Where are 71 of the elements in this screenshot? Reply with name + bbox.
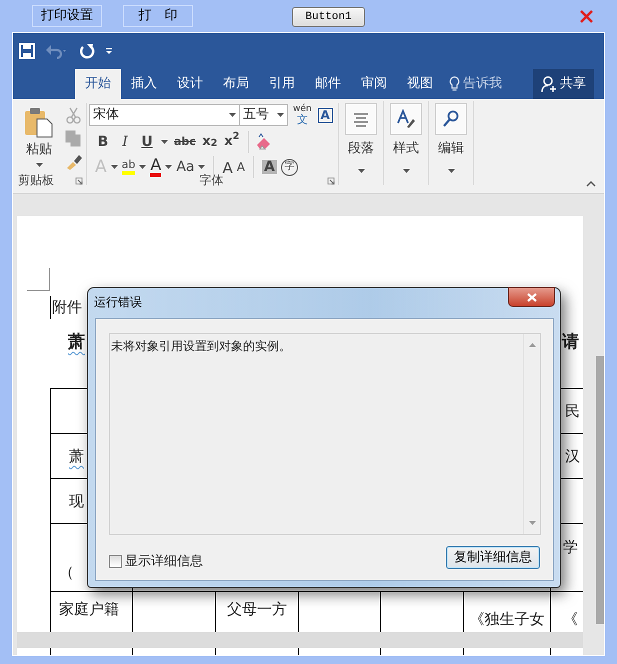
print-button[interactable]: 打 印 <box>123 5 193 27</box>
margin-corner-mark <box>27 268 50 291</box>
close-icon[interactable] <box>579 9 594 24</box>
dialog-launcher-icon[interactable] <box>75 177 83 185</box>
share-button[interactable]: 共享 <box>533 69 594 99</box>
format-button[interactable]: ab <box>122 159 136 175</box>
format-button[interactable]: A <box>236 161 245 173</box>
format-button[interactable]: I <box>117 132 133 152</box>
clipboard-icon <box>24 106 54 138</box>
caret-icon[interactable] <box>165 165 172 169</box>
horizontal-scrollbar[interactable] <box>17 632 583 648</box>
ribbon-group-button[interactable]: 样式 <box>384 101 428 181</box>
format-button[interactable]: A <box>222 158 233 176</box>
close-button[interactable] <box>508 287 555 307</box>
test-button[interactable]: Button1 <box>292 7 365 27</box>
caret-icon <box>36 163 42 168</box>
ribbon-tab[interactable]: 设计 <box>167 69 213 99</box>
ribbon-group-button[interactable]: 段落 <box>339 101 383 181</box>
caret-icon <box>448 168 454 173</box>
person-add-icon <box>541 76 557 92</box>
caret-icon <box>358 168 364 173</box>
format-button[interactable]: A <box>150 157 162 177</box>
format-button[interactable]: Aa <box>176 160 194 174</box>
caret-icon <box>277 113 284 117</box>
format-button[interactable]: U <box>139 132 155 152</box>
ribbon-group-button[interactable]: 编辑 <box>429 101 473 181</box>
ribbon-tab[interactable]: 布局 <box>213 69 259 99</box>
ribbon-tab[interactable]: 插入 <box>121 69 167 99</box>
customize-icon[interactable] <box>105 47 113 55</box>
format-button[interactable]: 字 <box>280 158 298 176</box>
vertical-scrollbar[interactable] <box>596 356 604 624</box>
format-button[interactable]: B <box>95 132 111 152</box>
copy-details-button[interactable]: 复制详细信息 <box>446 546 540 569</box>
tell-me-button[interactable]: 告诉我 <box>447 69 504 99</box>
dialog-launcher-icon[interactable] <box>327 177 335 185</box>
caret-icon[interactable] <box>110 165 118 169</box>
format-button[interactable]: A <box>262 160 277 174</box>
close-icon <box>526 292 536 302</box>
format-button[interactable]: x$_{2}$ <box>202 132 218 152</box>
caret-icon[interactable] <box>161 140 168 144</box>
caret-icon[interactable] <box>139 165 146 169</box>
ribbon-tab[interactable]: 邮件 <box>305 69 351 99</box>
styles-brush-icon <box>396 109 416 129</box>
save-icon[interactable] <box>19 43 35 59</box>
font-name-field[interactable]: 宋体 <box>89 104 240 126</box>
document-title: 萧 <box>68 331 85 354</box>
ribbon-tab[interactable]: 引用 <box>259 69 305 99</box>
paste-button[interactable]: 粘贴 <box>19 106 59 172</box>
ribbon-tab[interactable]: 开始 <box>75 69 121 99</box>
caret-icon <box>402 168 410 173</box>
character-border-button[interactable]: A <box>318 108 333 122</box>
caret-icon[interactable] <box>198 165 206 169</box>
phonetic-guide-button[interactable]: wén 文 <box>293 105 312 125</box>
checkbox[interactable] <box>109 555 122 568</box>
group-label: 剪贴板 <box>18 172 55 189</box>
group-label: 字体 <box>198 173 224 189</box>
format-button[interactable]: abc <box>174 134 196 150</box>
font-size-field[interactable]: 五号 <box>240 104 288 126</box>
document-title: 请 <box>562 331 579 354</box>
ribbon-tab[interactable]: 审阅 <box>351 69 397 99</box>
format-button[interactable]: x$^{2}$ <box>224 132 240 152</box>
print-button[interactable]: 打印设置 <box>32 5 102 27</box>
redo-icon[interactable] <box>79 43 95 59</box>
search-icon <box>441 109 461 129</box>
ribbon-tab[interactable]: 视图 <box>397 69 443 99</box>
caret-icon <box>229 113 236 117</box>
dialog-title: 运行错误 <box>94 294 142 311</box>
lightbulb-icon <box>449 76 460 92</box>
collapse-ribbon-icon[interactable] <box>586 181 596 187</box>
attachment-label: 附件 <box>50 296 82 318</box>
paintbrush-icon[interactable] <box>65 153 82 170</box>
